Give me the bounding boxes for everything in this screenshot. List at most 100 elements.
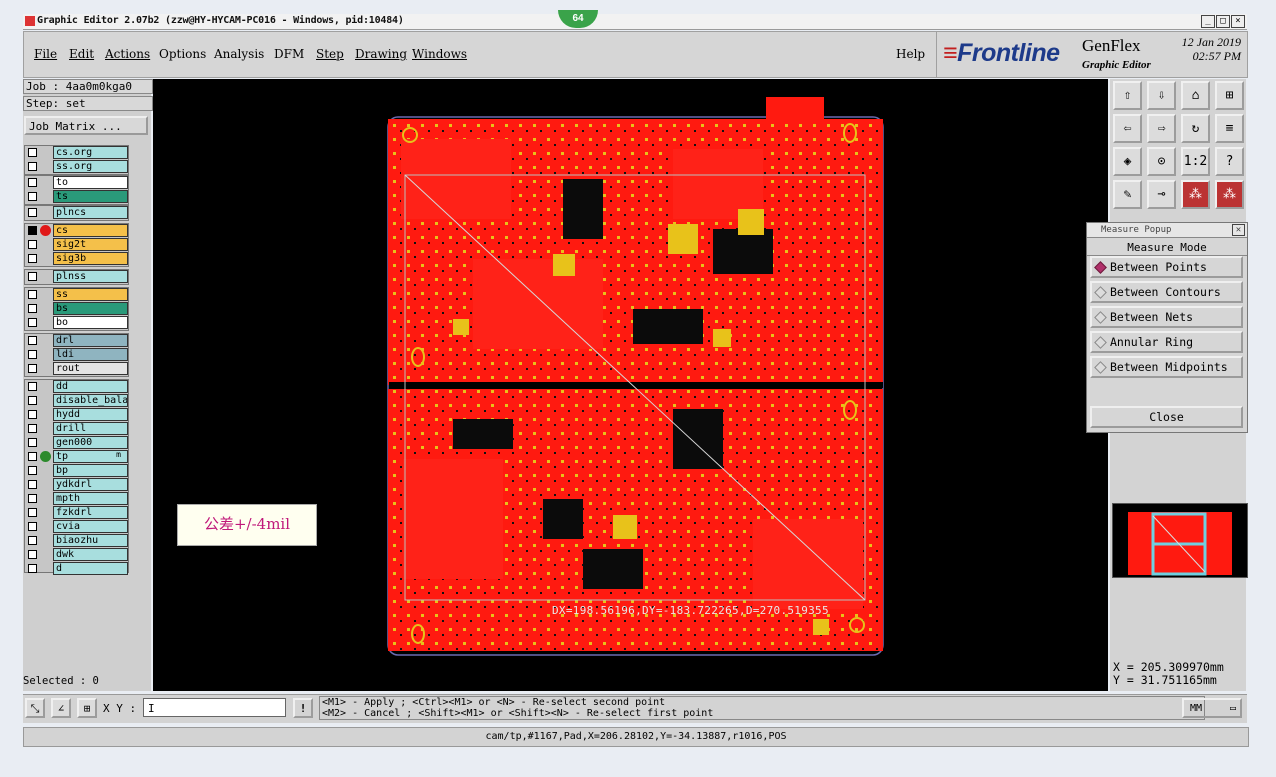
layer-checkbox[interactable] bbox=[28, 438, 37, 447]
zoom-window-icon[interactable]: ⤡ bbox=[25, 698, 45, 718]
layer-checkbox[interactable] bbox=[28, 480, 37, 489]
layer-row[interactable]: bp bbox=[24, 464, 128, 477]
layer-checkbox[interactable] bbox=[28, 208, 37, 217]
layer-row[interactable]: ss bbox=[24, 288, 128, 301]
pan-left-icon[interactable]: ⇦ bbox=[1113, 114, 1142, 143]
layer-row[interactable]: plncs bbox=[24, 206, 128, 219]
layer-checkbox[interactable] bbox=[28, 178, 37, 187]
menu-file[interactable]: File bbox=[34, 47, 57, 61]
maximize-button[interactable]: □ bbox=[1216, 15, 1230, 28]
layer-checkbox[interactable] bbox=[28, 304, 37, 313]
layer-checkbox[interactable] bbox=[28, 162, 37, 171]
zoom-home-alt-icon[interactable]: ⌂ bbox=[1181, 81, 1210, 110]
layer-checkbox[interactable] bbox=[28, 424, 37, 433]
layer-checkbox[interactable] bbox=[28, 466, 37, 475]
layer-row[interactable]: gen000 bbox=[24, 436, 128, 449]
layer-checkbox[interactable] bbox=[28, 536, 37, 545]
grid-snap-icon[interactable]: ⊞ bbox=[77, 698, 97, 718]
option-between-contours[interactable]: Between Contours bbox=[1090, 281, 1243, 303]
layer-row[interactable]: dd bbox=[24, 380, 128, 393]
layer-row[interactable]: fzkdrl bbox=[24, 506, 128, 519]
layer-row[interactable]: tp m bbox=[24, 450, 128, 463]
layer-row[interactable]: sig3b bbox=[24, 252, 128, 265]
measure-icon[interactable]: ✎ bbox=[1113, 180, 1142, 209]
close-button[interactable]: Close bbox=[1090, 406, 1243, 428]
layer-checkbox[interactable] bbox=[28, 564, 37, 573]
layer-checkbox[interactable] bbox=[28, 452, 37, 461]
layer-row[interactable]: dwk bbox=[24, 548, 128, 561]
layer-row[interactable]: bs bbox=[24, 302, 128, 315]
layer-row[interactable]: hydd bbox=[24, 408, 128, 421]
layer-row[interactable]: drill bbox=[24, 422, 128, 435]
option-between-midpoints[interactable]: Between Midpoints bbox=[1090, 356, 1243, 378]
layer-checkbox[interactable] bbox=[28, 508, 37, 517]
layer-checkbox[interactable] bbox=[28, 290, 37, 299]
layer-checkbox[interactable] bbox=[28, 336, 37, 345]
layer-checkbox[interactable] bbox=[28, 254, 37, 263]
layer-row[interactable]: bo bbox=[24, 316, 128, 329]
menu-help[interactable]: Help bbox=[896, 47, 925, 61]
scale-1-2-icon[interactable]: 1:2 bbox=[1181, 147, 1210, 176]
layer-row[interactable]: cs bbox=[24, 224, 128, 237]
menu-actions[interactable]: Actions bbox=[105, 47, 150, 61]
menu-windows[interactable]: Windows bbox=[412, 47, 467, 61]
layer-checkbox[interactable] bbox=[28, 192, 37, 201]
layer-checkbox[interactable] bbox=[28, 148, 37, 157]
menu-step[interactable]: Step bbox=[316, 47, 344, 61]
graphic-canvas[interactable] bbox=[153, 79, 1108, 691]
close-popup-icon[interactable]: ✕ bbox=[1232, 224, 1245, 236]
line-icon[interactable]: ⊸ bbox=[1147, 180, 1176, 209]
option-between-nets[interactable]: Between Nets bbox=[1090, 306, 1243, 328]
layer-row[interactable]: plnss bbox=[24, 270, 128, 283]
layer-checkbox[interactable] bbox=[28, 382, 37, 391]
close-window-button[interactable]: × bbox=[1231, 15, 1245, 28]
layer-checkbox[interactable] bbox=[28, 226, 37, 235]
layer-checkbox[interactable] bbox=[28, 522, 37, 531]
option-between-points[interactable]: Between Points bbox=[1090, 256, 1243, 278]
angle-icon[interactable]: ∠ bbox=[51, 698, 71, 718]
layer-checkbox[interactable] bbox=[28, 318, 37, 327]
menu-dfm[interactable]: DFM bbox=[274, 47, 304, 61]
pcb-board-view[interactable] bbox=[153, 79, 1108, 691]
layer-row[interactable]: to bbox=[24, 176, 128, 189]
layer-row[interactable]: drl bbox=[24, 334, 128, 347]
units-select[interactable]: MM ▭ bbox=[1182, 698, 1242, 718]
layer-row[interactable]: disable_bala bbox=[24, 394, 128, 407]
layer-checkbox[interactable] bbox=[28, 350, 37, 359]
layer-checkbox[interactable] bbox=[28, 550, 37, 559]
layer-row[interactable]: cs.org bbox=[24, 146, 128, 159]
layer-row[interactable]: d bbox=[24, 562, 128, 575]
zoom-fit-icon[interactable]: ↻ bbox=[1181, 114, 1210, 143]
layer-row[interactable]: sig2t bbox=[24, 238, 128, 251]
execute-button[interactable]: ! bbox=[293, 698, 313, 718]
overview-minimap[interactable] bbox=[1112, 503, 1248, 578]
zoom-out-icon[interactable]: ⊙ bbox=[1147, 147, 1176, 176]
xy-input[interactable]: I bbox=[143, 698, 286, 717]
layer-row[interactable]: mpth bbox=[24, 492, 128, 505]
layer-checkbox[interactable] bbox=[28, 410, 37, 419]
zoom-previous-icon[interactable]: ⇩ bbox=[1147, 81, 1176, 110]
layer-row[interactable]: cvia bbox=[24, 520, 128, 533]
layer-row[interactable]: biaozhu bbox=[24, 534, 128, 547]
zoom-in-icon[interactable]: ◈ bbox=[1113, 147, 1142, 176]
layer-row[interactable]: ts bbox=[24, 190, 128, 203]
zoom-home-icon[interactable]: ⇧ bbox=[1113, 81, 1142, 110]
job-matrix-button[interactable]: Job Matrix ... bbox=[24, 116, 148, 135]
layer-checkbox[interactable] bbox=[28, 272, 37, 281]
menu-analysis[interactable]: Analysis bbox=[214, 47, 264, 61]
option-annular-ring[interactable]: Annular Ring bbox=[1090, 331, 1243, 353]
menu-options[interactable]: Options bbox=[159, 47, 206, 61]
layer-checkbox[interactable] bbox=[28, 240, 37, 249]
layer-row[interactable]: rout bbox=[24, 362, 128, 375]
menu-drawing[interactable]: Drawing bbox=[355, 47, 407, 61]
layer-checkbox[interactable] bbox=[28, 494, 37, 503]
minimize-button[interactable]: _ bbox=[1201, 15, 1215, 28]
layer-row[interactable]: ldi bbox=[24, 348, 128, 361]
help-icon[interactable]: ? bbox=[1215, 147, 1244, 176]
pan-right-icon[interactable]: ⇨ bbox=[1147, 114, 1176, 143]
menu-edit[interactable]: Edit bbox=[69, 47, 94, 61]
snap-icon[interactable]: ≡ bbox=[1215, 114, 1244, 143]
layer-row[interactable]: ydkdrl bbox=[24, 478, 128, 491]
grid-icon[interactable]: ⊞ bbox=[1215, 81, 1244, 110]
layer-checkbox[interactable] bbox=[28, 396, 37, 405]
